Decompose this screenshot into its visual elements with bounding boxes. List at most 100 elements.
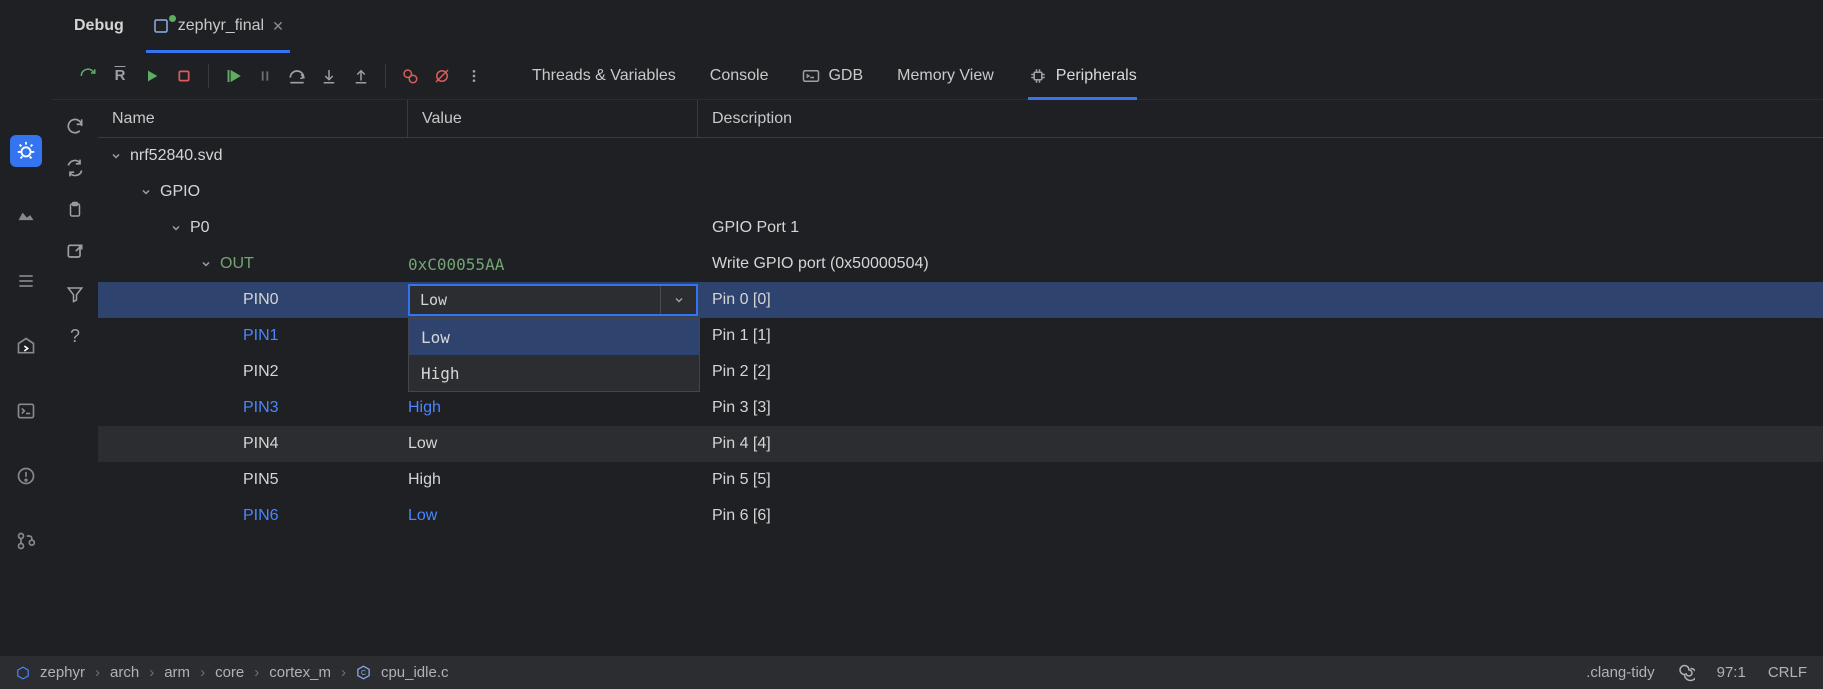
tab-debug[interactable]: Debug: [74, 0, 124, 52]
status-clang[interactable]: .clang-tidy: [1586, 664, 1654, 681]
status-cursor-pos[interactable]: 97:1: [1717, 664, 1746, 681]
crumb[interactable]: arch: [110, 664, 139, 681]
column-header-name[interactable]: Name: [98, 100, 408, 137]
sync-icon[interactable]: [61, 154, 89, 182]
chevron-down-icon[interactable]: [660, 286, 696, 314]
restart-frame-icon[interactable]: R: [106, 62, 134, 90]
row-name: PIN6: [243, 507, 279, 525]
column-header-value[interactable]: Value: [408, 100, 698, 137]
tree-row-svd[interactable]: nrf52840.svd: [98, 138, 1823, 174]
terminal-small-icon: [802, 69, 820, 83]
top-tab-bar: Debug zephyr_final ✕: [52, 0, 1823, 52]
chevron-down-icon[interactable]: [198, 258, 214, 270]
step-run-icon[interactable]: [219, 62, 247, 90]
spiral-icon[interactable]: [1677, 664, 1695, 682]
toolbar-separator: [208, 64, 209, 88]
row-desc: Pin 1 [1]: [712, 327, 771, 345]
tab-console[interactable]: Console: [710, 52, 769, 99]
side-tool-column: ?: [52, 100, 98, 656]
chevron-right-icon: ›: [149, 664, 154, 681]
step-out-icon[interactable]: [347, 62, 375, 90]
refresh-icon[interactable]: [61, 112, 89, 140]
clipboard-icon[interactable]: [61, 196, 89, 224]
pause-icon[interactable]: [251, 62, 279, 90]
status-eol[interactable]: CRLF: [1768, 664, 1807, 681]
debug-icon[interactable]: [10, 135, 42, 167]
breadcrumb[interactable]: zephyr › arch › arm › core › cortex_m › …: [16, 664, 1578, 681]
row-value: Low: [408, 435, 437, 453]
stop-icon[interactable]: [170, 62, 198, 90]
more-icon[interactable]: [460, 62, 488, 90]
help-icon[interactable]: ?: [61, 322, 89, 350]
tree-row-pin6[interactable]: PIN6 Low Pin 6 [6]: [98, 498, 1823, 534]
left-tool-rail: [0, 0, 52, 656]
row-name: PIN0: [243, 291, 279, 309]
tree-row-p0[interactable]: P0 GPIO Port 1: [98, 210, 1823, 246]
crumb[interactable]: cortex_m: [269, 664, 331, 681]
tab-threads-variables[interactable]: Threads & Variables: [532, 52, 676, 99]
tree-row-pin3[interactable]: PIN3 High Pin 3 [3]: [98, 390, 1823, 426]
tree-row-out[interactable]: OUT 0xC00055AA Write GPIO port (0x500005…: [98, 246, 1823, 282]
app-root: Debug zephyr_final ✕ R: [0, 0, 1823, 689]
column-header-description[interactable]: Description: [698, 100, 1823, 137]
tab-debug-label: Debug: [74, 17, 124, 35]
crumb[interactable]: cpu_idle.c: [381, 664, 449, 681]
structure-icon[interactable]: [10, 265, 42, 297]
rerun-icon[interactable]: [74, 62, 102, 90]
debug-toolbar: R: [52, 52, 1823, 100]
tree-row-pin4[interactable]: PIN4 Low Pin 4 [4]: [98, 426, 1823, 462]
resume-icon[interactable]: [138, 62, 166, 90]
tree-row-pin1[interactable]: PIN1 Pin 1 [1]: [98, 318, 1823, 354]
crumb[interactable]: core: [215, 664, 244, 681]
row-value: Low: [408, 507, 437, 525]
value-dropdown[interactable]: Low Low High: [408, 284, 698, 316]
tab-peripherals[interactable]: Peripherals: [1028, 52, 1137, 99]
tab-gdb[interactable]: GDB: [802, 52, 863, 99]
tab-memory-view[interactable]: Memory View: [897, 52, 994, 99]
dropdown-option-high[interactable]: High: [409, 355, 699, 391]
crumb[interactable]: zephyr: [40, 664, 85, 681]
chevron-down-icon[interactable]: [138, 186, 154, 198]
chevron-down-icon[interactable]: [108, 150, 124, 162]
tab-file-zephyr[interactable]: zephyr_final ✕: [152, 0, 284, 52]
row-name: OUT: [220, 255, 254, 273]
profile-icon[interactable]: [10, 200, 42, 232]
mute-breakpoints-icon[interactable]: [428, 62, 456, 90]
tree-row-pin2[interactable]: PIN2 Pin 2 [2]: [98, 354, 1823, 390]
tree-row-pin5[interactable]: PIN5 High Pin 5 [5]: [98, 462, 1823, 498]
tab-label: Memory View: [897, 67, 994, 85]
tab-label: GDB: [828, 67, 863, 85]
row-value: High: [408, 399, 441, 417]
row-desc: Pin 5 [5]: [712, 471, 771, 489]
svg-text:C: C: [361, 670, 366, 677]
filter-icon[interactable]: [61, 280, 89, 308]
chevron-down-icon[interactable]: [168, 222, 184, 234]
row-name: PIN2: [243, 363, 279, 381]
chevron-right-icon: ›: [341, 664, 346, 681]
tree-row-gpio[interactable]: GPIO: [98, 174, 1823, 210]
tab-label: Peripherals: [1056, 67, 1137, 85]
export-icon[interactable]: [61, 238, 89, 266]
close-icon[interactable]: ✕: [272, 18, 284, 35]
crumb[interactable]: arm: [164, 664, 190, 681]
view-breakpoints-icon[interactable]: [396, 62, 424, 90]
terminal-icon[interactable]: [10, 395, 42, 427]
row-name: P0: [190, 219, 210, 237]
chevron-right-icon: ›: [254, 664, 259, 681]
tab-label: Console: [710, 67, 769, 85]
row-value: 0xC00055AA: [408, 255, 504, 274]
peripherals-table: Name Value Description nrf52840.svd: [98, 100, 1823, 656]
step-over-icon[interactable]: [283, 62, 311, 90]
tree-row-pin0[interactable]: PIN0 Low Low High: [98, 282, 1823, 318]
services-icon[interactable]: [10, 330, 42, 362]
git-icon[interactable]: [10, 525, 42, 557]
tab-file-label: zephyr_final: [178, 17, 264, 35]
problems-icon[interactable]: [10, 460, 42, 492]
dropdown-option-low[interactable]: Low: [409, 319, 699, 355]
row-name: PIN3: [243, 399, 279, 417]
status-bar: zephyr › arch › arm › core › cortex_m › …: [0, 656, 1823, 689]
row-desc: Pin 6 [6]: [712, 507, 771, 525]
file-icon: [152, 17, 170, 35]
step-into-icon[interactable]: [315, 62, 343, 90]
row-name: PIN4: [243, 435, 279, 453]
